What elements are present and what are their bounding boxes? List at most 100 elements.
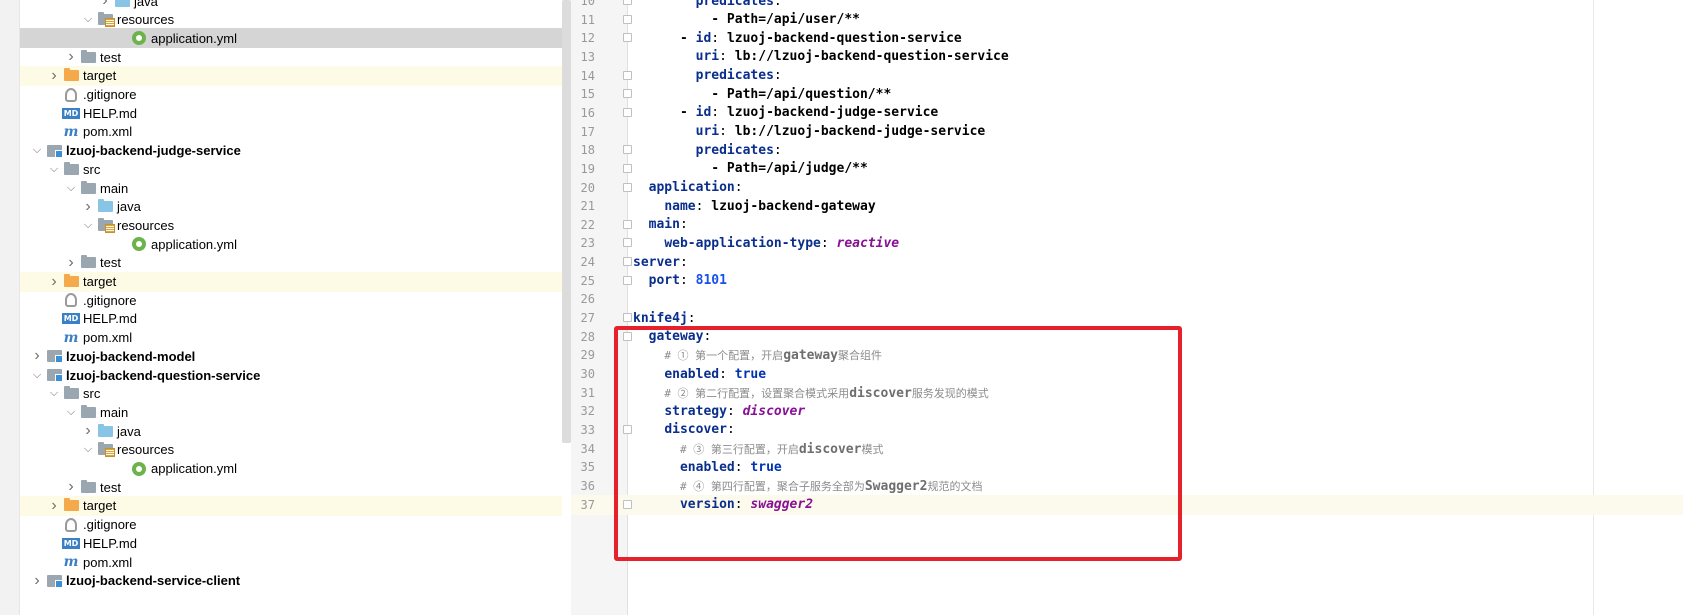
chevron-down-icon[interactable]: ⌵ xyxy=(29,141,45,161)
code-token: : xyxy=(726,403,743,419)
code-token: discover xyxy=(742,403,806,419)
tree-item[interactable]: ⌵ lzuoj-backend-question-service xyxy=(20,365,562,385)
code-line[interactable]: 19 - Path=/api/judge/** xyxy=(571,159,1683,179)
code-line[interactable]: 11 - Path=/api/user/** xyxy=(571,10,1683,30)
fold-marker-icon[interactable] xyxy=(623,275,632,285)
chevron-right-icon[interactable]: › xyxy=(63,253,79,273)
tree-item[interactable]: ›MDHELP.md xyxy=(20,533,562,553)
chevron-down-icon[interactable]: ⌵ xyxy=(80,215,96,235)
code-line[interactable]: 24 server: xyxy=(571,252,1683,272)
code-line[interactable]: 15 - Path=/api/question/** xyxy=(571,84,1683,104)
tree-item[interactable]: ⌵ resources xyxy=(20,215,562,235)
code-line[interactable]: 18 predicates: xyxy=(571,140,1683,160)
code-token: lzuoj-backend-judge-service xyxy=(726,105,939,121)
fold-marker-icon[interactable] xyxy=(623,107,632,117)
fold-marker-icon[interactable] xyxy=(623,0,632,5)
tree-item[interactable]: › test xyxy=(20,47,562,67)
fold-marker-icon[interactable] xyxy=(623,313,632,323)
code-line[interactable]: 29 # ① 第一个配置，开启gateway聚合组件 xyxy=(571,345,1683,365)
code-line[interactable]: 23 web-application-type: reactive xyxy=(571,233,1683,253)
chevron-right-icon[interactable]: › xyxy=(29,571,45,591)
fold-marker-icon[interactable] xyxy=(623,145,632,155)
chevron-down-icon[interactable]: ⌵ xyxy=(46,384,62,404)
fold-marker-icon[interactable] xyxy=(623,331,632,341)
tree-item[interactable]: ›mpom.xml xyxy=(20,328,562,348)
code-line[interactable]: 33 discover: xyxy=(571,420,1683,440)
tree-item[interactable]: › test xyxy=(20,477,562,497)
tree-item[interactable]: › test xyxy=(20,253,562,273)
tree-item[interactable]: ›MDHELP.md xyxy=(20,103,562,123)
tree-item[interactable]: › java xyxy=(20,197,562,217)
tree-item[interactable]: › lzuoj-backend-service-client xyxy=(20,571,562,591)
fold-marker-icon[interactable] xyxy=(623,33,632,43)
tree-item[interactable]: ›mpom.xml xyxy=(20,122,562,142)
fold-marker-icon[interactable] xyxy=(623,238,632,248)
tree-item[interactable]: ⌵ lzuoj-backend-judge-service xyxy=(20,141,562,161)
tree-item[interactable]: › target xyxy=(20,65,562,86)
code-editor[interactable]: 10 predicates: 11 - Path=/api/user/** 12 -… xyxy=(571,0,1683,615)
code-line[interactable]: 20 application: xyxy=(571,178,1683,198)
code-line[interactable]: 30 enabled: true xyxy=(571,364,1683,384)
chevron-right-icon[interactable]: › xyxy=(46,272,62,292)
fold-marker-icon[interactable] xyxy=(623,499,632,509)
code-line[interactable]: 25 port: 8101 xyxy=(571,271,1683,291)
fold-marker-icon[interactable] xyxy=(623,424,632,434)
tree-item[interactable]: ›.gitignore xyxy=(20,290,562,310)
chevron-down-icon[interactable]: ⌵ xyxy=(29,365,45,385)
tree-item[interactable]: › target xyxy=(20,271,562,292)
code-line[interactable]: 36 # ④ 第四行配置，聚合子服务全部为Swagger2规范的文档 xyxy=(571,476,1683,496)
tree-item[interactable]: › java xyxy=(20,421,562,441)
code-line[interactable]: 32 strategy: discover xyxy=(571,401,1683,421)
tree-item[interactable]: ⌵ main xyxy=(20,402,562,422)
tree-item[interactable]: ⌵ resources xyxy=(20,10,562,30)
fold-marker-icon[interactable] xyxy=(623,89,632,99)
chevron-right-icon[interactable]: › xyxy=(46,496,62,516)
tree-item[interactable]: ›application.yml xyxy=(20,234,562,254)
chevron-right-icon[interactable]: › xyxy=(63,47,79,67)
code-line[interactable]: 16 - id: lzuoj-backend-judge-service xyxy=(571,103,1683,123)
chevron-right-icon[interactable]: › xyxy=(80,421,96,441)
tree-item[interactable]: ›MDHELP.md xyxy=(20,309,562,329)
tree-item[interactable]: ⌵ src xyxy=(20,384,562,404)
chevron-right-icon[interactable]: › xyxy=(63,477,79,497)
code-token: # ④ 第四行配置，聚合子服务全部为 xyxy=(679,479,865,493)
tree-item[interactable]: ›.gitignore xyxy=(20,515,562,535)
tree-item[interactable]: ›application.yml xyxy=(20,459,562,479)
code-line[interactable]: 31 # ② 第二行配置，设置聚合模式采用discover服务发现的模式 xyxy=(571,383,1683,403)
chevron-down-icon[interactable]: ⌵ xyxy=(63,402,79,422)
fold-marker-icon[interactable] xyxy=(623,182,632,192)
chevron-down-icon[interactable]: ⌵ xyxy=(80,440,96,460)
tree-item[interactable]: ›mpom.xml xyxy=(20,552,562,572)
tree-item[interactable]: › target xyxy=(20,495,562,516)
fold-marker-icon[interactable] xyxy=(623,257,632,267)
code-line[interactable]: 28 gateway: xyxy=(571,327,1683,347)
chevron-right-icon[interactable]: › xyxy=(46,66,62,86)
code-line[interactable]: 12 - id: lzuoj-backend-question-service xyxy=(571,28,1683,48)
code-line[interactable]: 34 # ③ 第三行配置，开启discover模式 xyxy=(571,439,1683,459)
tree-item[interactable]: ⌵ main xyxy=(20,178,562,198)
tree-item[interactable]: › lzuoj-backend-model xyxy=(20,346,562,366)
fold-marker-icon[interactable] xyxy=(623,219,632,229)
chevron-down-icon[interactable]: ⌵ xyxy=(46,159,62,179)
code-line[interactable]: 14 predicates: xyxy=(571,66,1683,86)
tree-item[interactable]: ›.gitignore xyxy=(20,85,562,105)
code-line[interactable]: 22 main: xyxy=(571,215,1683,235)
chevron-down-icon[interactable]: ⌵ xyxy=(63,178,79,198)
code-line[interactable]: 21 name: lzuoj-backend-gateway xyxy=(571,196,1683,216)
code-line[interactable]: 26 xyxy=(571,289,1683,309)
code-line[interactable]: 17 uri: lb://lzuoj-backend-judge-service xyxy=(571,122,1683,142)
code-line[interactable]: 13 uri: lb://lzuoj-backend-question-serv… xyxy=(571,47,1683,67)
tree-item[interactable]: ⌵ resources xyxy=(20,440,562,460)
chevron-right-icon[interactable]: › xyxy=(29,346,45,366)
code-line[interactable]: 27 knife4j: xyxy=(571,308,1683,328)
fold-marker-icon[interactable] xyxy=(623,14,632,24)
fold-marker-icon[interactable] xyxy=(623,70,632,80)
fold-marker-icon[interactable] xyxy=(623,163,632,173)
tree-item[interactable]: ›application.yml xyxy=(20,28,562,49)
tree-scrollbar[interactable] xyxy=(562,0,571,443)
chevron-down-icon[interactable]: ⌵ xyxy=(80,10,96,30)
code-line[interactable]: 37 version: swagger2 xyxy=(571,494,1683,515)
tree-item[interactable]: ⌵ src xyxy=(20,159,562,179)
chevron-right-icon[interactable]: › xyxy=(80,197,96,217)
code-line[interactable]: 35 enabled: true xyxy=(571,457,1683,477)
